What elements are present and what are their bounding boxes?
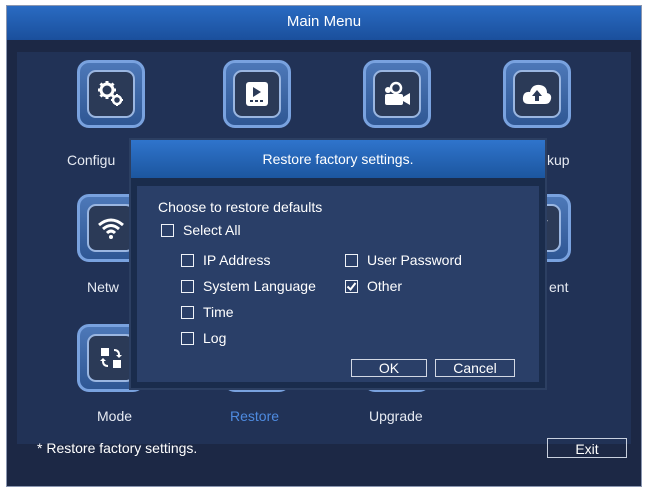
ok-button[interactable]: OK — [351, 359, 427, 377]
select-all-label: Select All — [183, 222, 241, 238]
dialog-heading: Choose to restore defaults — [158, 199, 323, 215]
exit-button[interactable]: Exit — [547, 438, 627, 458]
main-menu-screen: Main Menu Configu kup Netw ent Mode Rest… — [6, 5, 642, 487]
upgrade-label: Upgrade — [369, 408, 423, 424]
wifi-icon — [98, 218, 124, 239]
log-label: Log — [203, 330, 227, 346]
playback-tile[interactable] — [223, 60, 291, 128]
window-title: Main Menu — [286, 13, 362, 30]
user-password-checkbox[interactable] — [345, 254, 358, 267]
mode-label: Mode — [97, 408, 133, 424]
playback-icon — [246, 82, 268, 106]
video-camera-icon — [385, 81, 410, 105]
user-password-label: User Password — [367, 252, 462, 268]
network-label: Netw — [87, 279, 119, 295]
log-checkbox[interactable] — [181, 332, 194, 345]
checkmark-icon — [346, 282, 357, 292]
cancel-button[interactable]: Cancel — [435, 359, 515, 377]
status-text: * Restore factory settings. — [37, 440, 198, 456]
ip-address-checkbox[interactable] — [181, 254, 194, 267]
time-label: Time — [203, 304, 234, 320]
other-checkbox[interactable] — [345, 280, 358, 293]
configuration-label: Configu — [67, 152, 116, 168]
restore-label: Restore — [230, 408, 280, 424]
cloud-upload-icon — [522, 84, 552, 104]
configuration-tile[interactable] — [77, 60, 145, 128]
other-label: Other — [367, 278, 403, 294]
restore-dialog: Restore factory settings. Choose to rest… — [129, 138, 547, 390]
backup-tile[interactable] — [503, 60, 571, 128]
system-language-label: System Language — [203, 278, 316, 294]
ip-address-label: IP Address — [203, 252, 271, 268]
record-tile[interactable] — [363, 60, 431, 128]
dialog-body: Choose to restore defaults Select All IP… — [137, 186, 539, 382]
dialog-title: Restore factory settings. — [131, 140, 545, 178]
time-checkbox[interactable] — [181, 306, 194, 319]
select-all-checkbox[interactable] — [161, 224, 174, 237]
backup-label: kup — [547, 152, 570, 168]
system-language-checkbox[interactable] — [181, 280, 194, 293]
mode-switch-icon — [100, 348, 122, 368]
event-label: ent — [549, 279, 569, 295]
gears-icon — [98, 81, 123, 106]
title-bar: Main Menu — [7, 6, 641, 40]
